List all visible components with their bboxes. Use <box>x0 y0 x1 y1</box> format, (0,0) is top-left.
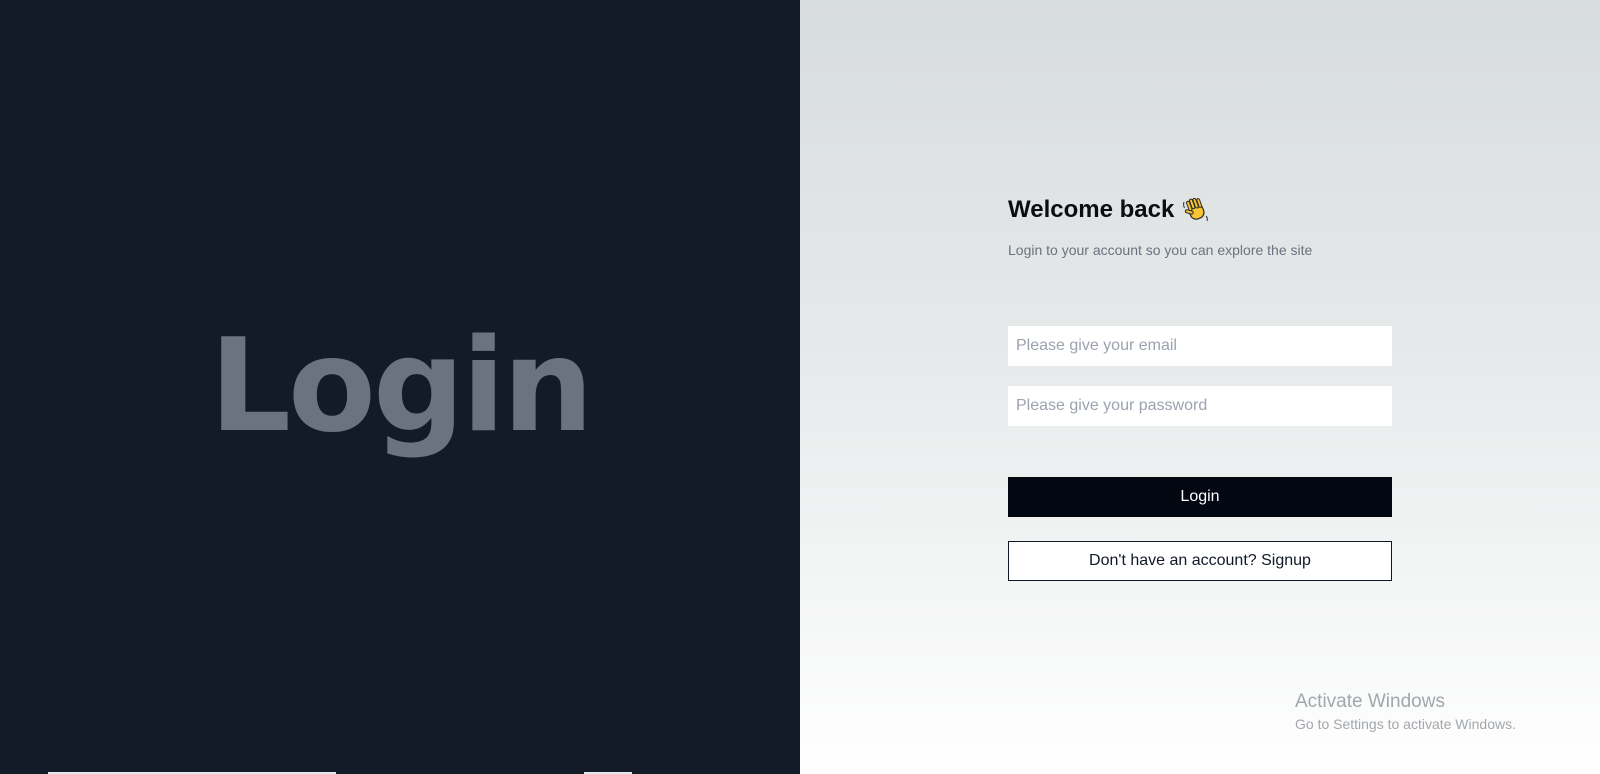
watermark-subtitle: Go to Settings to activate Windows. <box>1295 716 1516 732</box>
email-field[interactable] <box>1008 326 1392 366</box>
welcome-heading: Welcome back <box>1008 190 1392 230</box>
welcome-title-text: Welcome back <box>1008 196 1175 223</box>
right-panel: Welcome back Login to your account so yo… <box>800 0 1600 774</box>
waving-hand-icon <box>1182 196 1210 224</box>
watermark-title: Activate Windows <box>1295 691 1445 712</box>
activate-windows-watermark: Activate Windows Go to Settings to activ… <box>1295 690 1516 734</box>
hero-login-text: Login <box>209 312 593 461</box>
signup-button[interactable]: Don't have an account? Signup <box>1008 541 1392 581</box>
left-panel: Login <box>0 0 800 774</box>
welcome-subtitle: Login to your account so you can explore… <box>1008 242 1313 258</box>
password-field[interactable] <box>1008 386 1392 426</box>
login-button[interactable]: Login <box>1008 477 1392 517</box>
login-form: Welcome back Login to your account so yo… <box>1008 190 1392 581</box>
login-page: Login Welcome back Login to your account… <box>0 0 1600 774</box>
